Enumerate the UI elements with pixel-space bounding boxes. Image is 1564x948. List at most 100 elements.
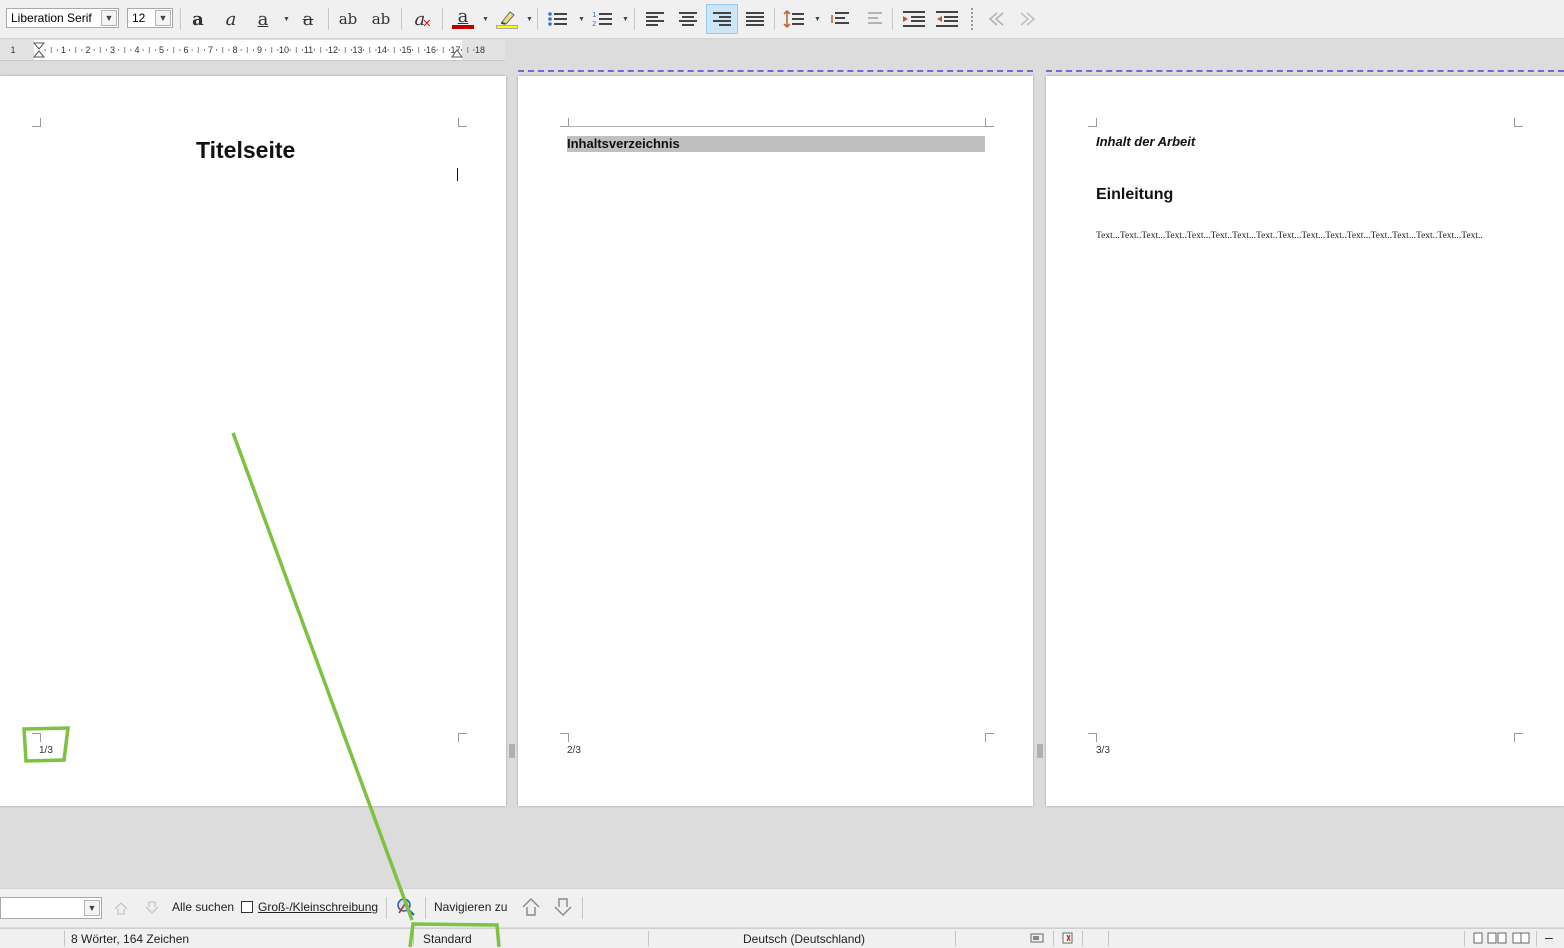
toolbar-separator (425, 897, 426, 919)
underline-icon: a (257, 8, 269, 30)
subscript-button[interactable]: ab (366, 5, 396, 33)
clear-x-icon: ✕ (422, 16, 432, 30)
underline-dropdown-icon[interactable]: ▼ (283, 16, 290, 23)
ruler-tick-label: 14 (377, 45, 387, 55)
ruler-tick-label: 15 (401, 45, 411, 55)
word-count[interactable]: 8 Wörter, 164 Zeichen (71, 932, 189, 946)
svg-text:1: 1 (592, 11, 596, 19)
text-boundary-corner (458, 118, 467, 127)
find-text-combobox[interactable]: ▼ (0, 897, 102, 919)
navigate-to-label[interactable]: Navigieren zu (434, 900, 507, 914)
highlight-dropdown-icon[interactable]: ▼ (526, 16, 533, 23)
increase-paragraph-spacing-button[interactable] (825, 5, 855, 33)
highlight-swatch (496, 25, 518, 29)
bullet-list-button[interactable] (543, 5, 573, 33)
font-size-dropdown-icon[interactable]: ▼ (155, 10, 171, 26)
match-case-label[interactable]: Groß-/Kleinschreibung (258, 900, 378, 914)
font-size-combobox[interactable]: 12 ▼ (127, 8, 173, 28)
line-spacing-dropdown-icon[interactable]: ▼ (814, 16, 821, 23)
page-2[interactable] (518, 76, 1033, 806)
align-right-button[interactable] (706, 4, 738, 34)
zoom-out-icon[interactable]: – (1545, 930, 1553, 944)
underline-button[interactable]: a (248, 5, 278, 33)
toolbar-separator (401, 8, 402, 30)
numbered-list-dropdown-icon[interactable]: ▼ (622, 16, 629, 23)
text-boundary-corner (985, 118, 994, 127)
font-name-combobox[interactable]: Liberation Serif ▼ (6, 8, 119, 28)
bullet-list-dropdown-icon[interactable]: ▼ (578, 16, 585, 23)
find-all-button[interactable]: Alle suchen (172, 900, 234, 914)
font-color-swatch (452, 25, 474, 29)
page-number-field[interactable]: 3/3 (1096, 745, 1110, 756)
page-number-field[interactable]: 2/3 (567, 745, 581, 756)
toolbar-separator (180, 8, 181, 30)
table-of-contents-heading[interactable]: Inhaltsverzeichnis (567, 136, 985, 152)
title-page-heading[interactable]: Titelseite (196, 137, 295, 164)
ruler-tick-label: 2 (85, 45, 90, 55)
decrease-indent-button[interactable] (932, 5, 962, 33)
ruler-tick-label: 18 (475, 45, 485, 55)
horizontal-ruler[interactable]: 1 1 2 3 4 5 6 7 8 9 10 11 12 13 14 15 16 17 18 (0, 40, 505, 61)
align-left-icon (646, 12, 664, 26)
numbered-list-button[interactable]: 1 2 (588, 5, 618, 33)
find-previous-button[interactable] (106, 894, 136, 922)
toolbar-separator (582, 897, 583, 919)
toolbar-grip (971, 8, 975, 30)
find-next-button[interactable] (137, 894, 167, 922)
navigate-back-button[interactable] (981, 5, 1011, 33)
strikethrough-button[interactable]: a (293, 5, 323, 33)
align-center-button[interactable] (673, 5, 703, 33)
ruler-tick-label: 9 (257, 45, 262, 55)
book-view-icon[interactable] (1512, 932, 1530, 947)
match-case-checkbox[interactable] (241, 901, 253, 913)
forward-arrow-icon (1020, 12, 1036, 26)
navigate-forward-button[interactable] (1013, 5, 1043, 33)
ruler-indent-marker (32, 42, 46, 58)
text-boundary-corner (560, 733, 569, 742)
navigate-up-icon (522, 898, 540, 916)
body-text[interactable]: Text...Text..Text...Text..Text...Text..T… (1096, 231, 1483, 241)
page-1[interactable] (0, 76, 506, 806)
ruler-tick-label: 16 (426, 45, 436, 55)
bold-button[interactable]: a (183, 5, 213, 33)
page-gap-handle[interactable] (1037, 744, 1043, 758)
italic-icon: a (225, 8, 237, 30)
align-left-button[interactable] (640, 5, 670, 33)
ruler-scale: 1 1 2 3 4 5 6 7 8 9 10 11 12 13 14 15 16 17 18 (0, 40, 505, 60)
find-replace-button[interactable] (391, 893, 421, 921)
navigate-down-icon (554, 898, 572, 916)
font-size-value: 12 (132, 11, 146, 25)
highlight-button[interactable] (492, 5, 522, 33)
text-cursor (457, 168, 458, 181)
single-page-view-icon[interactable] (1472, 932, 1484, 947)
section-heading[interactable]: Inhalt der Arbeit (1096, 134, 1195, 149)
decrease-paragraph-spacing-button[interactable] (858, 5, 888, 33)
document-modified-icon[interactable] (1061, 932, 1075, 947)
clear-formatting-button[interactable]: a ✕ (408, 5, 438, 33)
header-line (567, 126, 985, 127)
ruler-tick-label: 4 (134, 45, 139, 55)
insert-mode-icon[interactable] (1030, 932, 1044, 947)
superscript-button[interactable]: ab (333, 5, 363, 33)
status-separator (648, 931, 649, 946)
increase-indent-button[interactable] (899, 5, 929, 33)
page-gap-handle[interactable] (509, 744, 515, 758)
multi-page-view-icon[interactable] (1487, 932, 1507, 947)
bold-icon: a (192, 8, 204, 30)
page-number-field[interactable]: 1/3 (39, 745, 53, 756)
toolbar-separator (892, 8, 893, 30)
line-spacing-button[interactable] (779, 5, 809, 33)
navigate-previous-button[interactable] (516, 893, 546, 921)
font-color-dropdown-icon[interactable]: ▼ (482, 16, 489, 23)
font-color-button[interactable]: a (448, 5, 478, 33)
page-style[interactable]: Standard (423, 932, 472, 946)
navigate-next-button[interactable] (548, 893, 578, 921)
language[interactable]: Deutsch (Deutschland) (743, 932, 865, 946)
italic-button[interactable]: a (216, 5, 246, 33)
align-center-icon (679, 12, 697, 26)
justify-button[interactable] (740, 5, 770, 33)
font-name-dropdown-icon[interactable]: ▼ (101, 10, 117, 26)
heading-einleitung[interactable]: Einleitung (1096, 186, 1173, 204)
ruler-left-margin (0, 40, 34, 60)
find-text-dropdown-icon[interactable]: ▼ (84, 900, 100, 916)
